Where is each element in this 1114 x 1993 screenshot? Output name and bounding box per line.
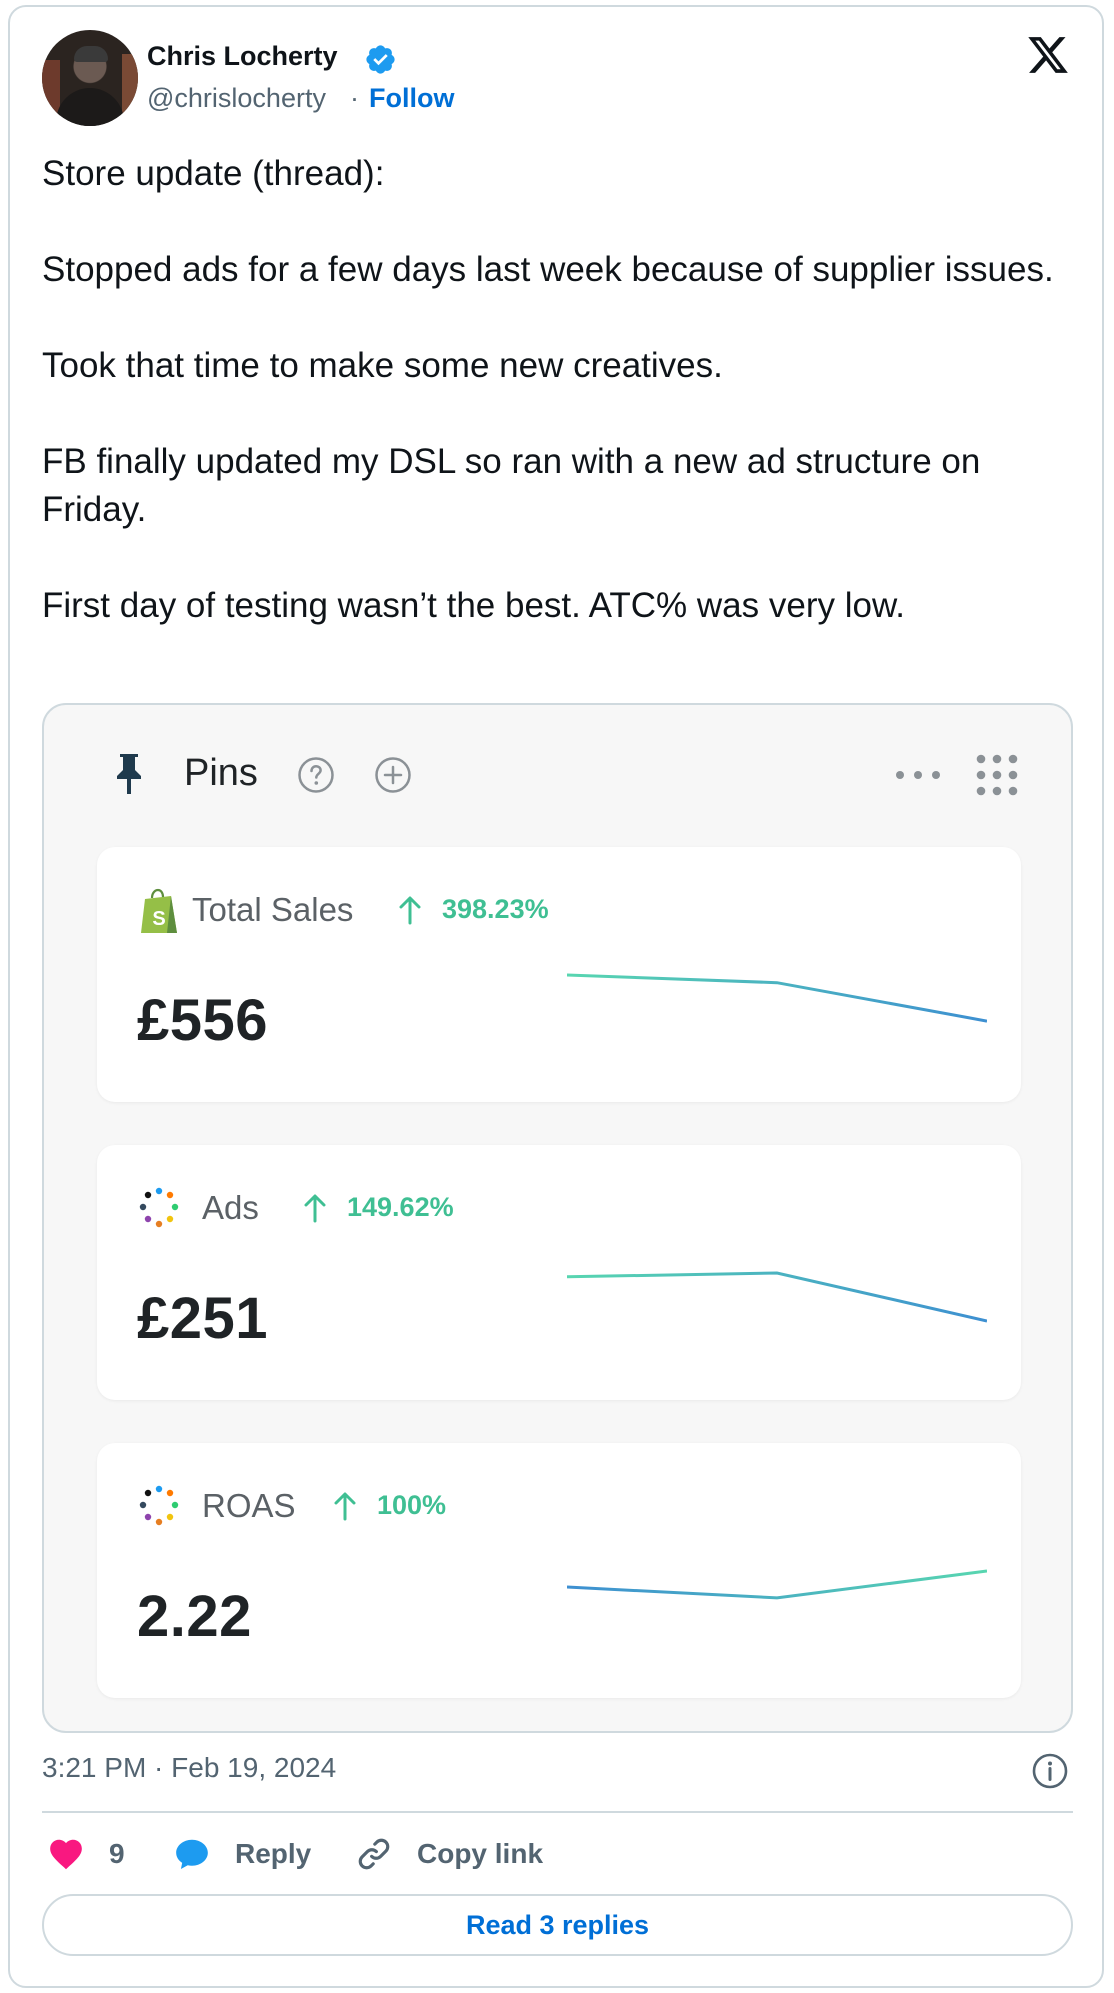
sparkline-line [567,1569,987,1600]
metric-card-roas[interactable]: ROAS 100% 2.22 [97,1443,1021,1698]
add-circle-icon [375,757,411,793]
verified-badge-icon [366,45,395,74]
up-arrow-icon [334,1492,356,1521]
read-replies-label: Read 3 replies [465,1909,650,1940]
metric-value: £556 [137,988,269,1053]
pin-icon [117,754,141,794]
reply-button[interactable]: Reply [173,1834,311,1874]
more-dots-icon [896,771,940,779]
reply-bubble-icon [176,1839,208,1870]
metric-card-ads[interactable]: Ads 149.62% £251 [97,1145,1021,1400]
metric-change: 398.23% [442,894,549,924]
svg-text:S: S [152,908,165,930]
metric-label: ROAS [202,1487,296,1524]
up-arrow-icon [399,896,421,925]
shopify-bag-icon: S [141,888,177,933]
sparkline [567,1569,987,1600]
sparkline-line [567,1271,987,1323]
media-screenshot[interactable]: Pins S Total Sales 398.23% £556 Ads 149.… [42,703,1073,1733]
sparkline-line [567,973,987,1023]
dotted-ring-icon [139,1485,179,1526]
tweet-paragraph: Store update (thread): [42,154,385,193]
pins-title: Pins [184,752,258,794]
follow-link[interactable]: Follow [369,83,454,114]
link-icon [358,1838,390,1870]
help-icon [298,757,334,793]
sparkline [567,973,987,1023]
read-replies-button[interactable]: Read 3 replies [42,1894,1073,1956]
author-handle[interactable]: @chrislocherty [147,83,326,114]
tweet-paragraph: First day of testing wasn’t the best. AT… [42,586,906,625]
like-count: 9 [109,1838,125,1869]
copy-link-label: Copy link [417,1838,544,1869]
metric-value: £251 [137,1286,269,1351]
handle-separator: · [350,83,359,113]
apps-grid-icon [976,754,1018,796]
heart-icon [50,1839,82,1870]
up-arrow-icon [304,1194,326,1223]
tweet-text: Store update (thread): Stopped ads for a… [42,150,1072,630]
copy-link-button[interactable]: Copy link [355,1834,543,1874]
metric-change: 100% [377,1490,447,1520]
metric-label: Ads [202,1189,259,1226]
metric-label: Total Sales [192,891,354,928]
tweet-paragraph: FB finally updated my DSL so ran with a … [42,442,981,529]
tweet-paragraph: Took that time to make some new creative… [42,346,723,385]
info-icon[interactable] [1031,1752,1069,1790]
sparkline [567,1271,987,1323]
author-avatar[interactable] [42,30,138,126]
x-logo-icon[interactable] [1026,33,1070,77]
divider [42,1811,1073,1813]
tweet-timestamp[interactable]: 3:21 PM · Feb 19, 2024 [42,1752,336,1784]
author-name[interactable]: Chris Locherty [147,41,338,72]
like-button[interactable]: 9 [47,1834,125,1874]
reply-label: Reply [235,1838,312,1869]
metric-change: 149.62% [347,1192,454,1222]
metric-card-total-sales[interactable]: S Total Sales 398.23% £556 [97,847,1021,1102]
tweet-paragraph: Stopped ads for a few days last week bec… [42,250,1054,289]
metric-value: 2.22 [137,1584,252,1649]
dotted-ring-icon [139,1187,179,1228]
